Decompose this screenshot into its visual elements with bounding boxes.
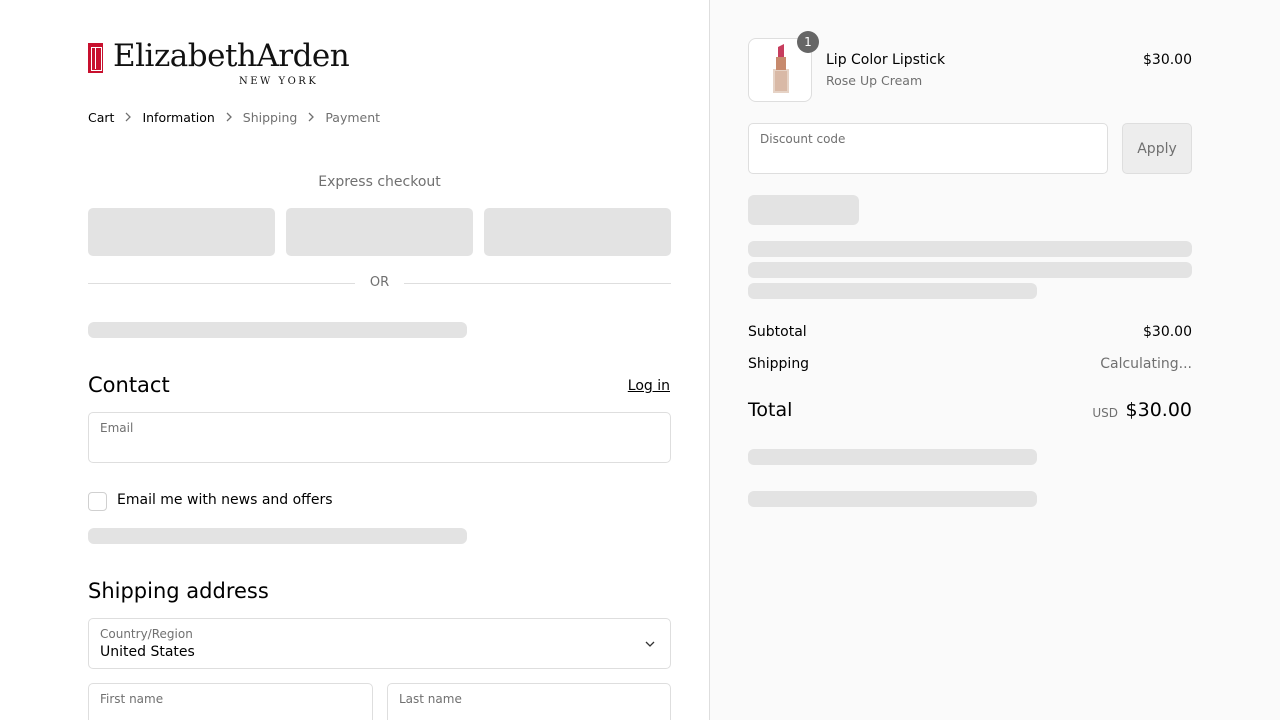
newsletter-label[interactable]: Email me with news and offers [117,492,333,508]
chevron-right-icon [215,112,243,122]
first-name-field[interactable]: First name [88,683,373,720]
product-variant: Rose Up Cream [826,73,923,88]
total-value: $30.00 [1125,399,1192,421]
discount-code-label: Discount code [760,132,846,146]
breadcrumb-information: Information [142,109,215,125]
shipping-label: Shipping [748,356,810,372]
total-label: Total [748,399,793,421]
subtotal-value: $30.00 [1143,324,1192,340]
or-divider: OR [88,273,671,293]
country-label: Country/Region [100,627,193,641]
express-checkout-button-1[interactable] [88,208,275,256]
product-name: Lip Color Lipstick [826,52,946,68]
loading-placeholder [748,283,1037,299]
logo-name: ElizabethArden [113,38,350,74]
breadcrumb-shipping: Shipping [242,109,298,125]
shipping-address-title: Shipping address [88,579,269,603]
express-checkout-button-2[interactable] [286,208,473,256]
chevron-down-icon [645,641,655,647]
loading-placeholder [748,241,1192,257]
loading-placeholder [748,195,859,225]
logo-mark-icon [88,43,103,73]
first-name-label: First name [100,692,164,706]
subtotal-label: Subtotal [748,324,807,340]
last-name-label: Last name [399,692,462,706]
chevron-right-icon [297,112,325,122]
country-select[interactable]: Country/Region United States [88,618,671,669]
shipping-value: Calculating... [1100,356,1192,372]
last-name-field[interactable]: Last name [387,683,671,720]
loading-placeholder [88,322,467,338]
breadcrumb-payment: Payment [325,109,381,125]
loading-placeholder [748,491,1037,507]
or-label: OR [369,275,390,290]
quantity-badge: 1 [797,31,819,53]
email-label: Email [100,421,134,435]
login-link[interactable]: Log in [628,378,670,394]
newsletter-checkbox[interactable] [88,492,107,511]
discount-code-field[interactable]: Discount code [748,123,1108,174]
contact-title: Contact [88,373,170,397]
total-currency: USD [1092,406,1118,420]
express-checkout-title: Express checkout [318,174,441,190]
express-checkout-button-3[interactable] [484,208,671,256]
logo-subtitle: NEW YORK [239,76,319,87]
product-price: $30.00 [1143,52,1192,68]
loading-placeholder [748,262,1192,278]
breadcrumb-cart[interactable]: Cart [88,110,114,125]
breadcrumb: Cart Information Shipping Payment [88,108,380,126]
apply-discount-button[interactable]: Apply [1122,123,1192,174]
loading-placeholder [748,449,1037,465]
email-field[interactable]: Email [88,412,671,463]
loading-placeholder [88,528,467,544]
country-value: United States [100,644,195,660]
brand-logo[interactable]: ElizabethArden NEW YORK [88,38,350,87]
checkout-main: ElizabethArden NEW YORK Cart Information… [0,0,710,720]
chevron-right-icon [114,112,142,122]
